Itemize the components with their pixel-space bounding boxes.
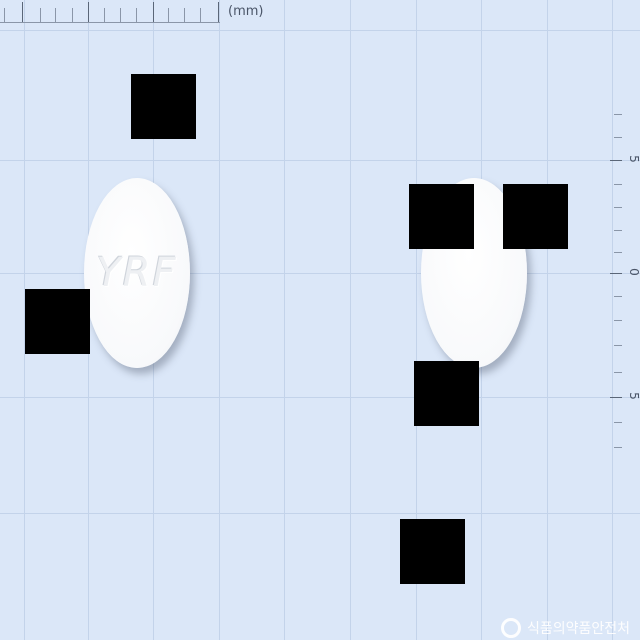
- ruler-tick: [40, 8, 41, 22]
- agency-watermark: 식품의약품안전처: [500, 618, 630, 638]
- grid-line: [612, 0, 613, 640]
- ruler-tick: [88, 2, 89, 22]
- ruler-tick: [120, 8, 121, 22]
- ruler-unit-label: (mm): [228, 4, 264, 19]
- grid-line: [219, 0, 220, 640]
- ruler-label: 0: [627, 268, 640, 276]
- ruler-tick: [614, 296, 622, 297]
- pill-imprint: YRF: [96, 250, 178, 296]
- ruler-label: 5: [627, 155, 640, 163]
- ruler-tick: [614, 422, 622, 423]
- ruler-tick: [200, 8, 201, 22]
- grid-line: [350, 0, 351, 640]
- ruler-tick: [55, 8, 56, 22]
- ruler-tick: [614, 230, 622, 231]
- redaction-box: [414, 361, 479, 426]
- grid-line: [284, 0, 285, 640]
- ruler-tick: [614, 207, 622, 208]
- grid-line: [547, 0, 548, 640]
- ruler-tick: [614, 372, 622, 373]
- pill-front: YRF: [84, 178, 190, 368]
- ruler-tick: [614, 447, 622, 448]
- redaction-box: [25, 289, 90, 354]
- redaction-box: [131, 74, 196, 139]
- ruler-tick: [184, 8, 185, 22]
- redaction-box: [400, 519, 465, 584]
- agency-logo-icon: [500, 618, 521, 638]
- ruler-tick: [22, 2, 23, 22]
- ruler-tick: [218, 2, 219, 22]
- ruler-baseline: [0, 22, 220, 23]
- ruler-tick: [168, 8, 169, 22]
- ruler-tick: [136, 8, 137, 22]
- ruler-tick: [614, 320, 622, 321]
- ruler-tick: [614, 252, 622, 253]
- ruler-tick: [153, 2, 154, 22]
- ruler-tick: [610, 397, 622, 398]
- redaction-box: [409, 184, 474, 249]
- ruler-tick: [104, 8, 105, 22]
- grid-line: [0, 513, 640, 514]
- watermark-text: 식품의약품안전처: [526, 621, 630, 637]
- redaction-box: [503, 184, 568, 249]
- grid-line: [0, 30, 640, 31]
- ruler-label: 5: [627, 392, 640, 400]
- ruler-tick: [610, 273, 622, 274]
- ruler-tick: [72, 8, 73, 22]
- ruler-tick: [614, 345, 622, 346]
- ruler-tick: [4, 8, 5, 22]
- grid-line: [0, 160, 640, 161]
- ruler-tick: [614, 114, 622, 115]
- ruler-tick: [610, 160, 622, 161]
- ruler-tick: [614, 137, 622, 138]
- top-ruler: (mm): [0, 0, 263, 26]
- ruler-tick: [614, 184, 622, 185]
- grid-line: [0, 397, 640, 398]
